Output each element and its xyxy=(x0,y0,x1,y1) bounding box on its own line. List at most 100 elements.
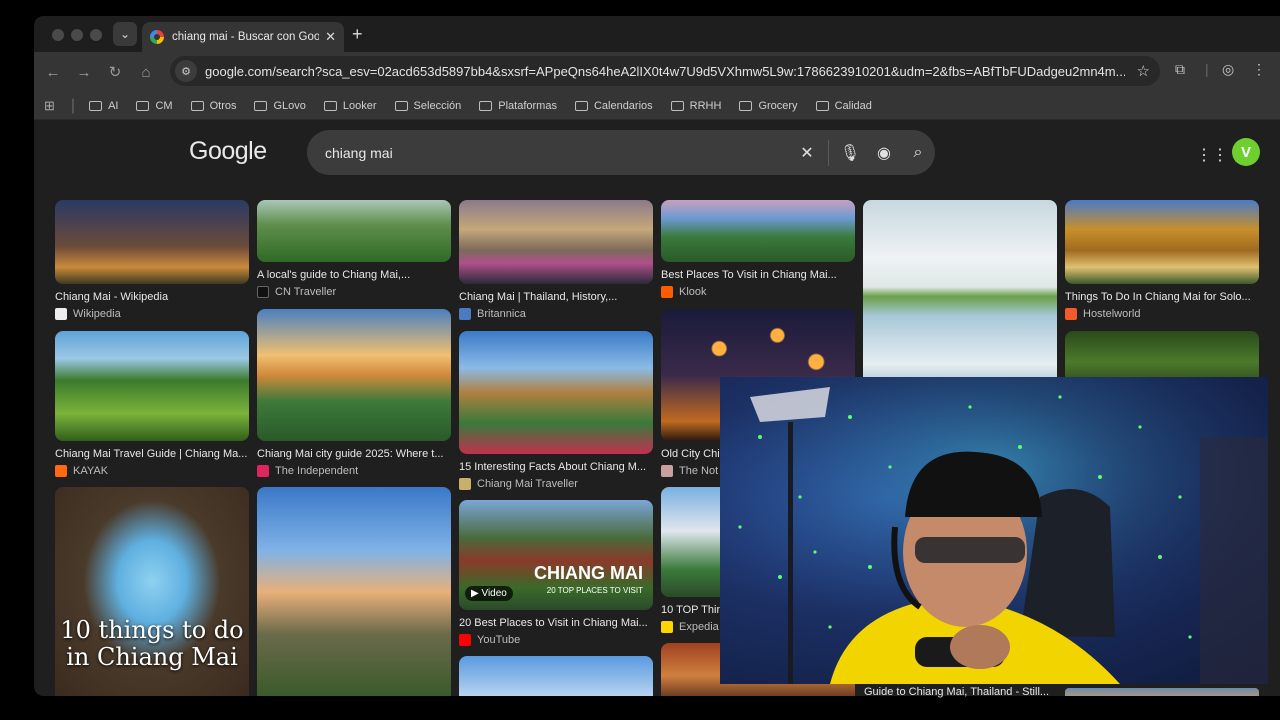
microphone-icon[interactable]: 🎙 xyxy=(833,143,867,163)
image-result[interactable]: Chiang Mai Travel Guide | Chiang Ma... K… xyxy=(55,331,249,477)
home-icon[interactable]: ⌂ xyxy=(135,61,157,83)
folder-icon xyxy=(89,100,103,111)
result-thumbnail[interactable] xyxy=(863,200,1057,393)
the-not-favicon-icon xyxy=(661,465,673,477)
search-divider xyxy=(828,139,829,166)
tab-search-chevron-down-icon[interactable]: ⌄ xyxy=(113,22,137,46)
image-result[interactable]: Chiang Mai | Thailand, History,... Brita… xyxy=(459,200,653,320)
bookmark-folder[interactable]: Looker xyxy=(323,99,377,112)
folder-icon xyxy=(190,100,204,111)
result-thumbnail[interactable] xyxy=(459,200,653,284)
bookmark-folder[interactable]: GLovo xyxy=(254,100,306,112)
result-source: Klook xyxy=(679,286,707,298)
result-caption[interactable]: Chiang Mai - Wikipedia xyxy=(55,291,249,303)
video-badge: ▶ Video xyxy=(465,586,513,601)
image-result[interactable]: Things To Do In Chiang Mai for Solo... H… xyxy=(1065,200,1259,320)
google-logo[interactable]: Google xyxy=(189,137,267,166)
result-caption[interactable]: Chiang Mai | Thailand, History,... xyxy=(459,291,653,303)
minimize-window-button[interactable] xyxy=(71,29,83,41)
site-settings-icon[interactable]: ⚙ xyxy=(175,60,197,82)
close-tab-icon[interactable]: ✕ xyxy=(325,29,336,45)
new-tab-plus-icon[interactable]: + xyxy=(352,24,363,45)
image-result[interactable]: A local's guide to Chiang Mai,... CN Tra… xyxy=(257,200,451,298)
bookmark-folder[interactable]: Calendarios xyxy=(574,100,653,112)
bookmark-folder[interactable]: Calidad xyxy=(815,99,872,112)
result-caption[interactable]: Things To Do In Chiang Mai for Solo... xyxy=(1065,291,1259,303)
result-caption[interactable]: Best Places To Visit in Chiang Mai... xyxy=(661,269,855,281)
result-caption[interactable]: 15 Interesting Facts About Chiang M... xyxy=(459,461,653,473)
result-thumbnail[interactable] xyxy=(1065,200,1259,284)
forward-arrow-icon[interactable]: → xyxy=(73,61,95,83)
result-source: CN Traveller xyxy=(275,286,337,298)
result-source: Chiang Mai Traveller xyxy=(477,478,578,490)
result-source: Britannica xyxy=(477,308,526,320)
search-box[interactable]: chiang mai ✕ 🎙 ◉ ⌕ xyxy=(307,130,935,175)
partial-result-caption[interactable]: Guide to Chiang Mai, Thailand - Still... xyxy=(864,686,1049,698)
bookmark-label: Plataformas xyxy=(498,99,557,112)
result-thumbnail[interactable] xyxy=(661,200,855,262)
image-result[interactable]: CHIANG MAI 20 TOP PLACES TO VISIT ▶ Vide… xyxy=(459,500,653,646)
bookmark-folder[interactable]: Grocery xyxy=(739,100,798,112)
result-thumbnail[interactable] xyxy=(257,200,451,262)
result-thumbnail[interactable] xyxy=(55,200,249,284)
image-result[interactable] xyxy=(1065,688,1259,696)
search-input[interactable]: chiang mai xyxy=(325,145,790,161)
result-thumbnail[interactable] xyxy=(55,331,249,441)
result-caption[interactable]: Chiang Mai city guide 2025: Where t... xyxy=(257,448,451,460)
bookmark-label: Calidad xyxy=(834,99,872,112)
youtube-favicon-icon xyxy=(459,634,471,646)
bookmark-folder[interactable]: Selección xyxy=(394,100,461,112)
result-thumbnail[interactable]: CHIANG MAI 20 TOP PLACES TO VISIT ▶ Vide… xyxy=(459,500,653,610)
result-caption[interactable]: 20 Best Places to Visit in Chiang Mai... xyxy=(459,617,653,629)
bookmark-folder[interactable]: CM xyxy=(136,100,173,112)
image-result[interactable]: Best Places To Visit in Chiang Mai... Kl… xyxy=(661,200,855,298)
image-result[interactable]: 10 things to do in Chiang Mai xyxy=(55,487,249,696)
address-bar[interactable]: ⚙ google.com/search?sca_esv=02acd653d589… xyxy=(170,56,1160,86)
image-result[interactable]: Chiang Mai city guide 2025: Where t... T… xyxy=(257,309,451,477)
result-source: The Independent xyxy=(275,465,359,477)
clear-x-icon[interactable]: ✕ xyxy=(790,143,824,163)
extensions-puzzle-icon[interactable]: ⧉ xyxy=(1175,61,1185,78)
maximize-window-button[interactable] xyxy=(90,29,102,41)
profile-icon[interactable]: ◎ xyxy=(1222,61,1234,78)
avatar[interactable]: V xyxy=(1232,138,1260,166)
bookmark-label: Looker xyxy=(342,99,377,112)
result-thumbnail[interactable] xyxy=(257,487,451,696)
result-thumbnail[interactable] xyxy=(1065,688,1259,696)
result-thumbnail[interactable] xyxy=(459,656,653,696)
apps-grid-icon[interactable]: ⊞ xyxy=(44,98,55,114)
result-caption[interactable]: Chiang Mai Travel Guide | Chiang Ma... xyxy=(55,448,249,460)
lens-camera-icon[interactable]: ◉ xyxy=(867,143,901,163)
folder-icon xyxy=(136,100,150,111)
bookmark-star-icon[interactable]: ☆ xyxy=(1137,62,1150,80)
menu-kebab-icon[interactable]: ⋮ xyxy=(1252,61,1266,78)
back-arrow-icon[interactable]: ← xyxy=(42,61,64,83)
image-result[interactable]: 15 Interesting Facts About Chiang M... C… xyxy=(459,331,653,490)
tab-google-search[interactable]: chiang mai - Buscar con Goo ✕ xyxy=(142,22,344,52)
bookmarks-bar: ⊞ | AI CM Otros GLovo Looker Selección P… xyxy=(34,92,1280,120)
bookmark-folder[interactable]: AI xyxy=(89,100,118,112)
wikipedia-favicon-icon xyxy=(55,308,67,320)
image-result[interactable]: Chiang Mai - Wikipedia Wikipedia xyxy=(55,200,249,320)
result-thumbnail[interactable] xyxy=(459,331,653,454)
bookmark-folder[interactable]: Otros xyxy=(190,100,236,112)
google-favicon-icon xyxy=(150,30,164,44)
video-overlay-title: CHIANG MAI 20 TOP PLACES TO VISIT xyxy=(534,564,643,600)
result-caption[interactable]: A local's guide to Chiang Mai,... xyxy=(257,269,451,281)
reload-icon[interactable]: ↻ xyxy=(104,61,126,83)
image-result[interactable] xyxy=(257,487,451,696)
bookmark-folder[interactable]: RRHH xyxy=(670,100,721,112)
bookmark-folder[interactable]: Plataformas xyxy=(479,100,557,112)
folder-icon xyxy=(254,100,268,111)
close-window-button[interactable] xyxy=(52,29,64,41)
url-text[interactable]: google.com/search?sca_esv=02acd653d5897b… xyxy=(205,64,1125,79)
folder-icon xyxy=(479,100,493,111)
result-thumbnail[interactable] xyxy=(257,309,451,441)
result-thumbnail[interactable]: 10 things to do in Chiang Mai xyxy=(55,487,249,696)
search-icon[interactable]: ⌕ xyxy=(901,144,935,162)
image-result[interactable] xyxy=(863,200,1057,393)
tab-title: chiang mai - Buscar con Goo xyxy=(172,31,320,43)
video-badge-label: Video xyxy=(481,588,507,599)
image-result[interactable] xyxy=(459,656,653,696)
folder-icon xyxy=(394,100,408,111)
